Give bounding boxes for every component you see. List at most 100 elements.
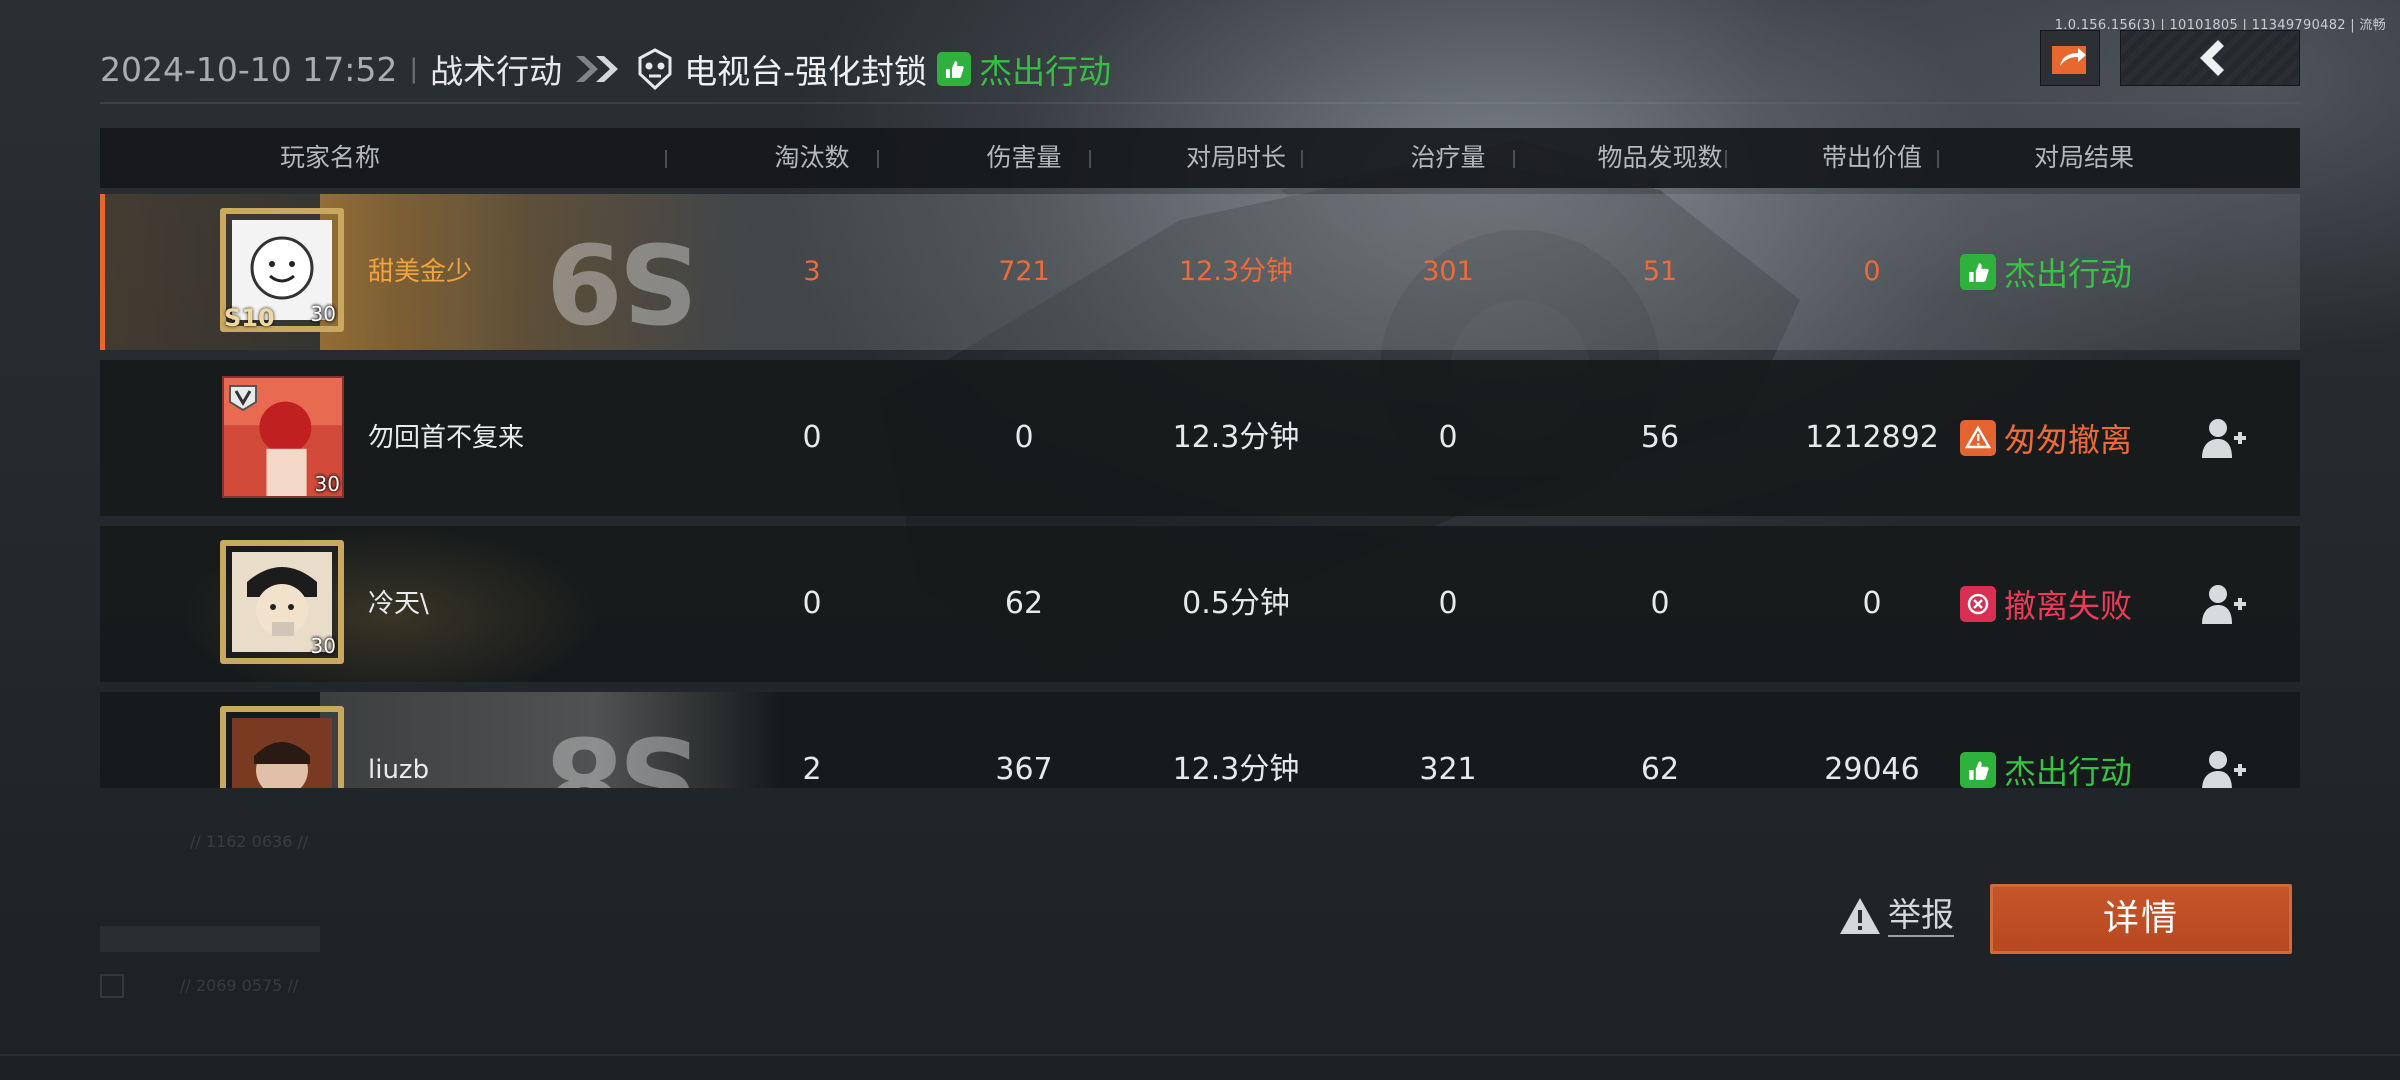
double-chevron-icon <box>576 56 619 82</box>
col-duration: 对局时长 <box>1185 143 1286 172</box>
hud-decoration: // 1162 0636 // <box>190 832 309 851</box>
hud-decoration: // 2069 0575 // <box>180 976 299 995</box>
avatar[interactable]: 30 <box>220 540 344 664</box>
season-badge: S10 <box>224 304 275 332</box>
items-found-value: 0 <box>1650 586 1670 621</box>
avatar[interactable]: S10 30 <box>220 208 344 332</box>
player-name: 甜美金少 <box>368 257 473 287</box>
column-divider <box>1725 150 1727 168</box>
damage-value: 0 <box>1014 420 1034 455</box>
extract-value: 0 <box>1862 586 1882 621</box>
hud-decoration-bar <box>100 926 320 952</box>
items-found-value: 56 <box>1640 420 1680 455</box>
col-extract-value: 带出价值 <box>1821 143 1922 172</box>
damage-value: 62 <box>1004 586 1044 621</box>
kills-value: 0 <box>802 586 822 621</box>
col-player-name: 玩家名称 <box>279 143 380 172</box>
self-row-accent <box>100 194 105 350</box>
col-healing: 治疗量 <box>1410 143 1486 172</box>
header-divider <box>100 102 2300 104</box>
player-name: liuzb <box>368 755 430 785</box>
column-divider <box>877 150 879 168</box>
result-hand-icon <box>937 52 972 86</box>
result-badge: 杰出行动 <box>1960 692 2132 788</box>
details-button[interactable]: 详情 <box>1990 884 2292 954</box>
scoreboard-table: 玩家名称 淘汰数 伤害量 对局时长 治疗量 物品发现数 带出价值 对局结果 S9 <box>100 128 2300 788</box>
healing-value: 321 <box>1419 752 1477 787</box>
damage-value: 721 <box>998 256 1050 287</box>
result-badge: 匆匆撤离 <box>1960 360 2132 516</box>
warning-icon <box>1960 420 1996 456</box>
result-hand-icon <box>1960 254 1996 290</box>
add-friend-icon[interactable] <box>2200 416 2248 460</box>
game-mode: 战术行动 <box>430 52 563 91</box>
duration-value: 0.5分钟 <box>1182 586 1290 621</box>
table-row[interactable]: S8 liuzb 2 367 12.3分钟 321 62 29046 杰出行动 <box>100 692 2300 788</box>
duration-value: 12.3分钟 <box>1172 752 1300 787</box>
items-found-value: 62 <box>1640 752 1680 787</box>
season-emblem: S8 <box>550 712 698 788</box>
share-button[interactable] <box>2040 30 2100 86</box>
report-button[interactable]: 举报 <box>1838 892 1954 940</box>
add-friend-icon[interactable] <box>2200 582 2248 626</box>
col-kills: 淘汰数 <box>774 143 850 172</box>
back-arrow-icon <box>2200 40 2224 76</box>
table-row[interactable]: 30 勿回首不复来 0 0 12.3分钟 0 56 1212892 匆匆撤离 <box>100 360 2300 516</box>
kills-value: 3 <box>803 256 821 287</box>
add-friend-icon[interactable] <box>2200 748 2248 788</box>
rank-v-icon <box>229 385 257 412</box>
match-header: 2024-10-10 17:52 | 战术行动 电视台-强化封锁 杰出行动 <box>100 44 1111 94</box>
extract-value: 29046 <box>1824 752 1920 787</box>
result-label: 杰出行动 <box>2004 255 2133 293</box>
kills-value: 2 <box>802 752 822 787</box>
duration-value: 12.3分钟 <box>1172 420 1300 455</box>
avatar[interactable] <box>220 706 344 788</box>
result-badge: 杰出行动 <box>1960 194 2132 350</box>
back-button[interactable] <box>2120 30 2300 86</box>
healing-value: 301 <box>1422 256 1474 287</box>
column-divider <box>1937 150 1939 168</box>
col-items-found: 物品发现数 <box>1597 143 1723 172</box>
player-name: 勿回首不复来 <box>368 423 525 453</box>
hud-decoration-box <box>100 974 124 998</box>
avatar-image <box>232 718 332 788</box>
player-level: 30 <box>310 302 336 326</box>
items-found-value: 51 <box>1642 256 1678 287</box>
table-header: 玩家名称 淘汰数 伤害量 对局时长 治疗量 物品发现数 带出价值 对局结果 <box>100 128 2300 188</box>
map-name: 电视台-强化封锁 <box>684 52 928 91</box>
match-datetime: 2024-10-10 17:52 <box>100 49 398 89</box>
bottom-divider <box>0 1054 2400 1056</box>
result-label: 撤离失败 <box>2004 587 2133 625</box>
report-warning-icon <box>1840 898 1880 934</box>
col-damage: 伤害量 <box>986 143 1062 172</box>
table-row[interactable]: 30 冷天\ 0 62 0.5分钟 0 0 0 撤离失败 <box>100 526 2300 682</box>
result-label: 杰出行动 <box>2004 753 2133 788</box>
avatar[interactable]: 30 <box>222 376 344 498</box>
match-result-screen: 1.0.156.156(3) | 10101805 | 11349790482 … <box>0 0 2400 1080</box>
player-level: 30 <box>314 472 340 496</box>
match-result: 杰出行动 <box>979 52 1112 91</box>
column-divider <box>665 150 667 168</box>
damage-value: 367 <box>995 752 1053 787</box>
result-badge: 撤离失败 <box>1960 526 2132 682</box>
header-separator: | <box>409 54 419 84</box>
result-label: 匆匆撤离 <box>2004 421 2133 459</box>
map-skull-icon <box>638 48 672 90</box>
healing-value: 0 <box>1438 586 1458 621</box>
column-divider <box>1301 150 1303 168</box>
column-divider <box>1513 150 1515 168</box>
player-level: 30 <box>310 634 336 658</box>
share-icon <box>2052 46 2086 74</box>
result-hand-icon <box>1960 752 1996 788</box>
duration-value: 12.3分钟 <box>1178 256 1294 287</box>
report-label: 举报 <box>1888 895 1954 937</box>
extract-value: 1212892 <box>1805 420 1939 455</box>
col-result: 对局结果 <box>2033 143 2134 172</box>
fail-icon <box>1960 586 1996 622</box>
healing-value: 0 <box>1438 420 1458 455</box>
table-row[interactable]: S9 S10 30 甜美金少 3 721 12.3分钟 301 51 0 杰出行… <box>100 194 2300 350</box>
kills-value: 0 <box>802 420 822 455</box>
column-divider <box>1089 150 1091 168</box>
extract-value: 0 <box>1863 256 1881 287</box>
season-emblem: S9 <box>550 218 698 346</box>
